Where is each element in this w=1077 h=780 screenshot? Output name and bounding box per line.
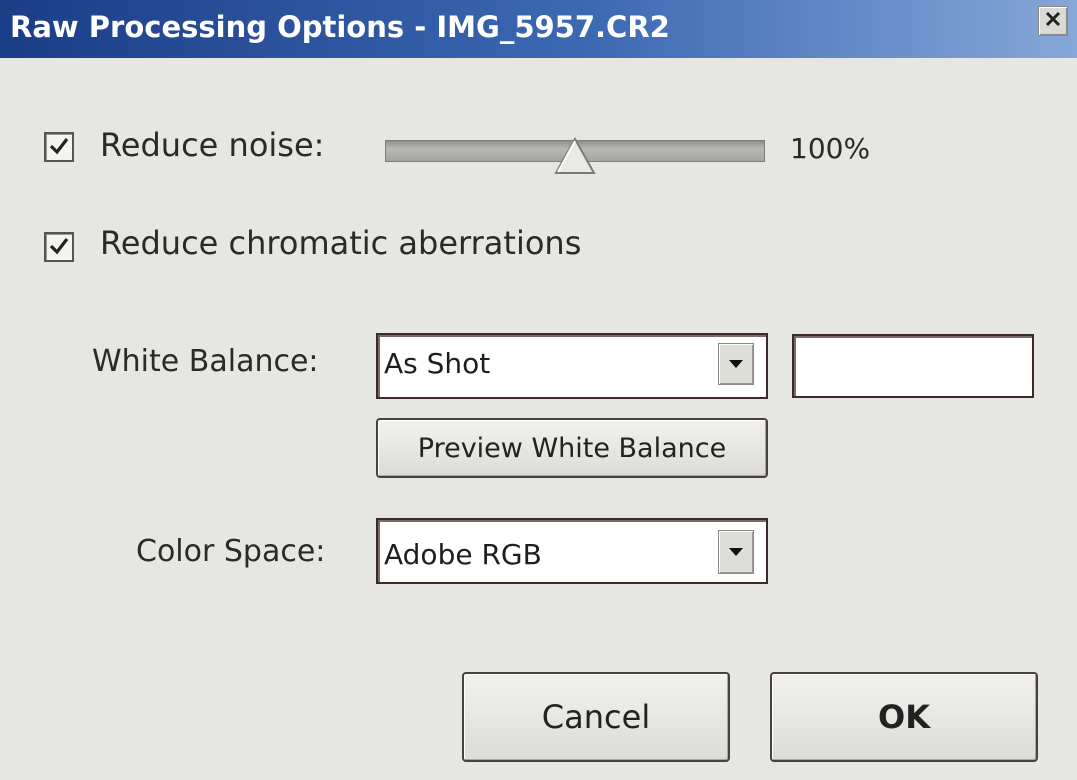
reduce-noise-checkbox[interactable] (44, 132, 74, 162)
reduce-noise-label: Reduce noise: (100, 126, 325, 164)
checkmark-icon (49, 138, 69, 155)
preview-white-balance-button[interactable]: Preview White Balance (376, 418, 768, 478)
color-space-value: Adobe RGB (384, 538, 542, 571)
checkmark-icon (49, 238, 69, 255)
window-title: Raw Processing Options - IMG_5957.CR2 (10, 10, 670, 44)
reduce-chromatic-checkbox[interactable] (44, 232, 74, 262)
white-balance-label: White Balance: (92, 344, 319, 379)
white-balance-dropdown-button[interactable] (718, 343, 754, 385)
reduce-chromatic-label: Reduce chromatic aberrations (100, 224, 582, 262)
white-balance-value-field[interactable] (792, 334, 1034, 398)
noise-value: 100% (790, 132, 871, 165)
color-space-label: Color Space: (136, 534, 326, 569)
close-button[interactable] (1038, 6, 1068, 36)
white-balance-value: As Shot (384, 347, 491, 380)
chevron-down-icon (729, 360, 743, 368)
title-bar: Raw Processing Options - IMG_5957.CR2 (0, 0, 1077, 58)
white-balance-select[interactable]: As Shot (376, 333, 768, 399)
cancel-button[interactable]: Cancel (462, 672, 730, 762)
chevron-down-icon (729, 548, 743, 556)
close-icon (1044, 10, 1062, 32)
slider-thumb-icon (554, 136, 596, 174)
noise-slider-thumb[interactable] (553, 136, 597, 176)
color-space-select[interactable]: Adobe RGB (376, 518, 768, 584)
color-space-dropdown-button[interactable] (718, 530, 754, 574)
ok-button[interactable]: OK (770, 672, 1038, 762)
